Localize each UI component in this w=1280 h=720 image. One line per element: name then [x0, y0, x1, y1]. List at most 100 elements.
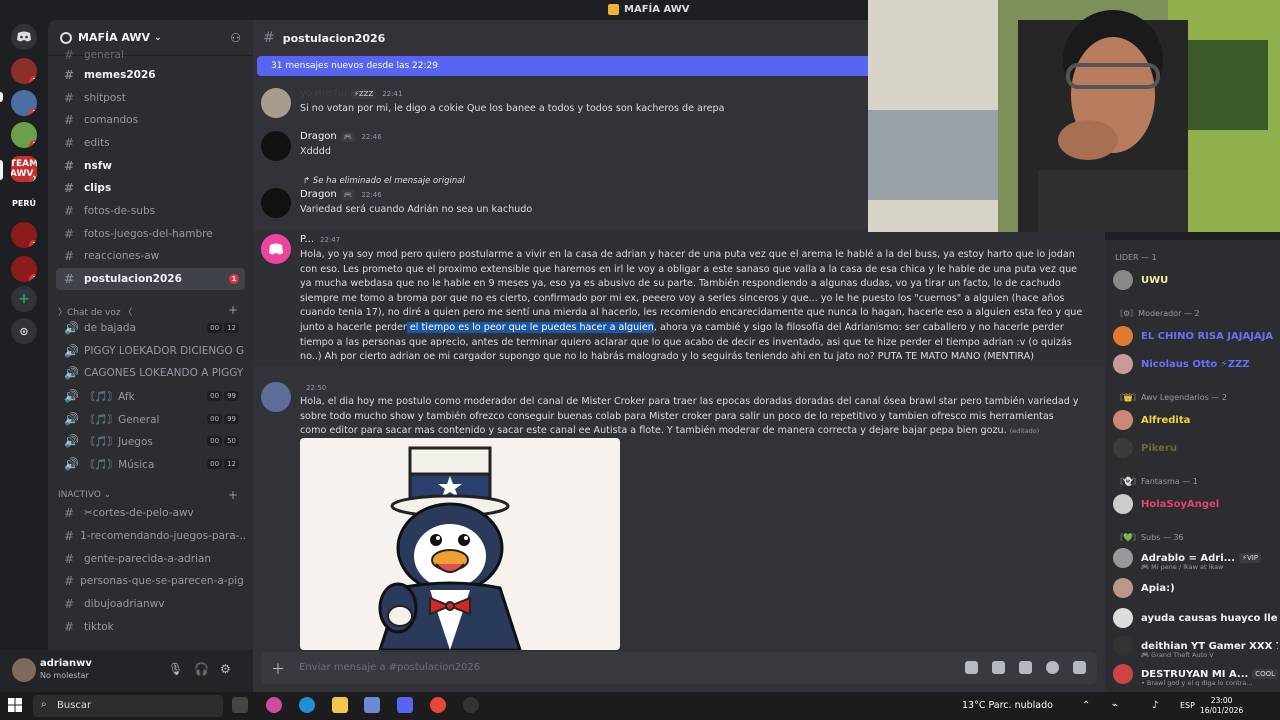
- chevron-down-icon: ⌄: [154, 32, 162, 43]
- channel-fotos-de-subs[interactable]: # fotos-de-subs: [56, 200, 245, 222]
- message-text: Xdddd: [300, 146, 331, 157]
- edge-icon[interactable]: [299, 697, 315, 713]
- network-icon[interactable]: ⌁: [1112, 700, 1118, 711]
- search-icon: ⌕: [41, 699, 47, 710]
- headphones-icon[interactable]: 🎧: [194, 662, 209, 676]
- weather-widget[interactable]: 13°C Parc. nublado: [962, 700, 1053, 711]
- message-author[interactable]: Dragon 🎮 22:46: [300, 131, 382, 142]
- windows-start-icon[interactable]: [8, 698, 22, 712]
- channel-edits[interactable]: # edits: [56, 132, 245, 154]
- unread-pill: [0, 92, 3, 102]
- obs-icon[interactable]: [463, 697, 479, 713]
- member-item[interactable]: DESTRUYAN MI A... COOL • Brawl god y el q …: [1113, 662, 1278, 687]
- server-icon-6[interactable]: 1: [11, 256, 37, 282]
- member-item[interactable]: deithian YT Gamer XXX 7...🎮 Grand Theft …: [1113, 634, 1278, 659]
- member-item[interactable]: Apia:): [1113, 576, 1278, 600]
- language-indicator[interactable]: ESP: [1180, 701, 1195, 710]
- add-channel-icon[interactable]: +: [228, 303, 238, 317]
- user-status: No molestar: [40, 671, 89, 680]
- invite-icon[interactable]: ⚇: [230, 31, 241, 45]
- channel-postulacion2026[interactable]: # postulacion2026 1: [56, 268, 245, 290]
- add-server-icon[interactable]: +: [11, 286, 37, 312]
- avatar[interactable]: [261, 382, 291, 412]
- channel-shitpost[interactable]: # shitpost: [56, 87, 245, 109]
- server-icon-peru[interactable]: PERÚ: [11, 190, 37, 216]
- channel-recomendando[interactable]: #1-recomendando-juegos-para-...: [56, 525, 245, 547]
- message-author[interactable]: P... 22:47: [300, 234, 340, 245]
- title-bar: MAFÍA AWV: [0, 0, 868, 20]
- copilot-icon[interactable]: [266, 697, 282, 713]
- channel-personas[interactable]: # personas-que-se-parecen-a-pig...: [56, 570, 245, 592]
- channel-cortes[interactable]: # ✂cortes-de-pelo-awv: [56, 502, 245, 524]
- microphone-icon[interactable]: 🎙: [168, 662, 183, 676]
- channel-dibujo[interactable]: # dibujoadrianwv: [56, 593, 245, 615]
- add-channel-icon[interactable]: +: [228, 488, 238, 502]
- voice-juegos[interactable]: 🔊 〘🎵〙Juegos 00 50: [56, 430, 245, 452]
- channel-tiktok[interactable]: # tiktok: [56, 616, 245, 638]
- avatar[interactable]: [261, 88, 291, 118]
- channel-general-cut[interactable]: # general: [56, 44, 245, 66]
- message-image-attachment[interactable]: [300, 438, 620, 650]
- channel-memes2026[interactable]: # memes2026: [56, 64, 245, 86]
- user-settings-icon[interactable]: ⚙: [220, 662, 231, 676]
- voice-de-bajada[interactable]: 🔊 de bajada 00 12: [56, 317, 245, 339]
- avatar[interactable]: [261, 188, 291, 218]
- reply-preview[interactable]: ↱ Se ha eliminado el mensaje original: [303, 176, 465, 186]
- window-title: MAFÍA AWV: [608, 4, 690, 15]
- channel-reacciones[interactable]: # reacciones-aw: [56, 245, 245, 267]
- member-category: 〘💚〙Subs — 36: [1115, 533, 1184, 542]
- avatar[interactable]: [261, 131, 291, 161]
- channel-gente-parecida[interactable]: # gente-parecida-a-adrian: [56, 548, 245, 570]
- message-input[interactable]: ＋ Enviar mensaje a #postulacion2026: [261, 652, 1097, 684]
- member-item[interactable]: ayuda causas huayco llev...: [1113, 606, 1278, 630]
- discord-taskbar-icon[interactable]: [397, 697, 413, 713]
- member-item[interactable]: Nicolaus Otto ⚡ZZZ: [1113, 352, 1278, 376]
- voice-cagones[interactable]: 🔊 CAGONES LOKEANDO A PIGGY ...: [56, 362, 245, 384]
- member-item[interactable]: Adrablo = Adri... ⚡VIP 🎮 Mi pene / lkaw at…: [1113, 546, 1278, 571]
- channel-nsfw[interactable]: # nsfw: [56, 155, 245, 177]
- user-panel: adrianwv No molestar 🎙 🎧 ⚙: [0, 650, 253, 692]
- add-attachment-icon[interactable]: ＋: [271, 659, 285, 679]
- voice-musica[interactable]: 🔊 〘🎵〙Música 00 12: [56, 453, 245, 475]
- channel-fotos-juegos[interactable]: # fotos-juegos-del-hambre: [56, 223, 245, 245]
- gift-icon[interactable]: [965, 661, 978, 674]
- member-item[interactable]: EL CHINO RISA JAJAJAJA: [1113, 324, 1278, 348]
- voice-piggy-1[interactable]: 🔊 PIGGY LOEKADOR DICIENGO G...: [56, 340, 245, 362]
- channel-header: # postulacion2026: [263, 30, 386, 46]
- server-icon-5[interactable]: 1: [11, 222, 37, 248]
- apps-icon[interactable]: [1073, 661, 1086, 674]
- gif-icon[interactable]: [992, 661, 1005, 674]
- volume-icon[interactable]: ♪: [1152, 700, 1158, 711]
- message-author[interactable]: yo me fui ⚡ZZZ 22:41: [300, 88, 402, 99]
- store-icon[interactable]: [364, 697, 380, 713]
- discover-icon[interactable]: ⊙: [11, 318, 37, 344]
- file-explorer-icon[interactable]: [332, 697, 348, 713]
- avatar[interactable]: [261, 234, 291, 264]
- category-inactivo[interactable]: INACTIVO ⌄ +: [58, 488, 238, 502]
- tray-chevron-icon[interactable]: ⌃: [1082, 700, 1090, 711]
- chrome-icon[interactable]: [430, 697, 446, 713]
- channel-clips[interactable]: # clips: [56, 177, 245, 199]
- webcam-overlay: [868, 0, 1280, 232]
- message-author[interactable]: 22:50: [300, 382, 326, 393]
- avatar[interactable]: [12, 658, 36, 682]
- clock[interactable]: 23:00 16/01/2026: [1200, 696, 1243, 716]
- voice-afk[interactable]: 🔊 〘🎵〙Afk 00 99: [56, 385, 245, 407]
- new-messages-bar[interactable]: 31 mensajes nuevos desde las 22:29: [257, 56, 868, 76]
- member-item[interactable]: Pikeru: [1113, 436, 1278, 460]
- emoji-icon[interactable]: [1046, 661, 1059, 674]
- server-icon-mafia-awv[interactable]: TEAM AWV 1: [11, 156, 37, 182]
- channel-comandos[interactable]: # comandos: [56, 109, 245, 131]
- voice-general[interactable]: 🔊 〘🎵〙General 00 99: [56, 408, 245, 430]
- server-icon-1[interactable]: 1: [11, 58, 37, 84]
- member-item[interactable]: Alfredita: [1113, 408, 1278, 432]
- member-item[interactable]: UWU: [1113, 268, 1278, 292]
- discord-home-icon[interactable]: [11, 24, 37, 50]
- member-item[interactable]: HolaSoyAngel: [1113, 492, 1278, 516]
- server-icon-3[interactable]: 1: [11, 122, 37, 148]
- taskbar-search[interactable]: ⌕ Buscar: [33, 695, 223, 717]
- task-view-icon[interactable]: [232, 697, 248, 713]
- message-author[interactable]: Dragon 🎮 22:46: [300, 189, 382, 200]
- sticker-icon[interactable]: [1019, 661, 1032, 674]
- server-icon-2[interactable]: 1: [11, 90, 37, 116]
